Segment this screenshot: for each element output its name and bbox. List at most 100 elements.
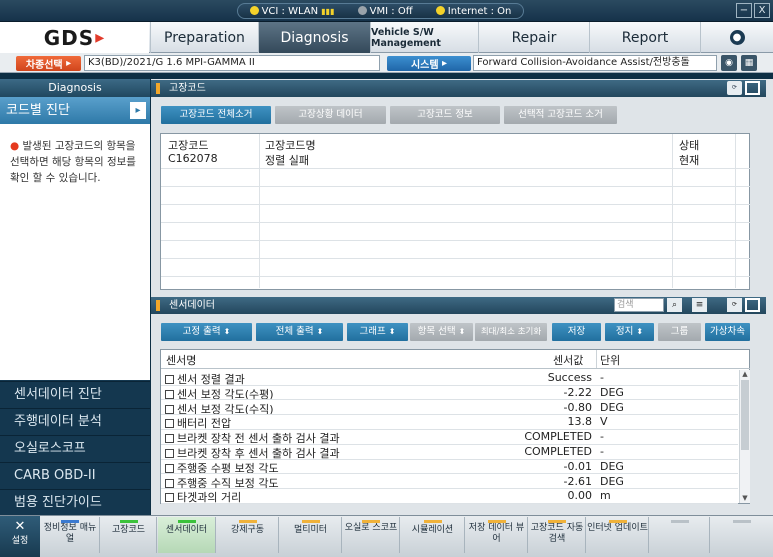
- row-line: [161, 240, 750, 241]
- indicator: [61, 520, 79, 523]
- scroll-up-icon[interactable]: ▲: [740, 370, 750, 378]
- bottom-auto-dtc[interactable]: 고장코드 자동검색: [529, 517, 586, 553]
- bottom-internet-update[interactable]: 인터넷 업데이트: [587, 517, 649, 553]
- sensor-value: 0.00: [567, 489, 593, 503]
- sensor-unit: -: [600, 445, 604, 458]
- selective-clear-button[interactable]: 선택적 고장코드 소거: [504, 106, 617, 124]
- retry-icon[interactable]: ⟳: [727, 298, 742, 312]
- bottom-oscilloscope[interactable]: 오실로 스코프: [343, 517, 400, 553]
- table-row[interactable]: 센서 정렬 결과 Success -: [162, 371, 736, 386]
- sidebar-item-dtc[interactable]: 코드별 진단 ▸: [0, 97, 150, 124]
- checkbox-icon[interactable]: [165, 375, 174, 384]
- row-line: [161, 168, 750, 169]
- table-row[interactable]: 주행중 수평 보정 각도 -0.01 DEG: [162, 459, 736, 475]
- checkbox-icon[interactable]: [165, 449, 174, 458]
- layout-button[interactable]: ▦: [741, 55, 757, 71]
- bottom-multimeter[interactable]: 멀티미터: [280, 517, 342, 553]
- indicator: [119, 520, 138, 523]
- checkbox-icon[interactable]: [165, 419, 174, 429]
- checkbox-icon[interactable]: [165, 404, 174, 414]
- bottom-simulation[interactable]: 시뮬레이션: [401, 517, 465, 553]
- freeze-frame-button[interactable]: 고장상황 데이터: [275, 106, 386, 124]
- checkbox-icon[interactable]: [165, 434, 174, 444]
- row-line: [161, 502, 738, 504]
- virtual-speed-button[interactable]: 가상차속: [705, 323, 750, 341]
- sidebar-header: Diagnosis: [0, 79, 150, 97]
- table-row[interactable]: C162078 정렬 실패 현재: [161, 150, 749, 168]
- table-row[interactable]: 주행중 수직 보정 각도 -2.61 DEG: [162, 474, 736, 490]
- clear-all-dtc-button[interactable]: 고장코드 전체소거: [161, 106, 271, 124]
- maximize-icon[interactable]: [745, 81, 760, 95]
- table-row[interactable]: 브라켓 장착 전 센서 출하 검사 결과 COMPLETED -: [162, 430, 736, 445]
- menu-repair[interactable]: Repair: [478, 22, 589, 53]
- menu-diagnosis[interactable]: Diagnosis: [258, 22, 370, 53]
- minmax-reset-button[interactable]: 최대/최소 초기화: [475, 323, 547, 341]
- indicator: [238, 520, 257, 523]
- sidebar-item-carb-obd[interactable]: CARB OBD-II: [0, 462, 150, 488]
- camera-button[interactable]: ◉: [721, 55, 737, 71]
- table-row[interactable]: 타겟과의 거리 0.00 m: [162, 489, 736, 504]
- scrollbar[interactable]: ▲ ▼: [739, 370, 750, 503]
- updown-icon: ⬍: [316, 327, 324, 336]
- indicator: [670, 520, 689, 523]
- bottom-sensor-data[interactable]: 센서데이터: [158, 517, 216, 553]
- vehicle-select-button[interactable]: 차종선택 ▸: [16, 56, 81, 71]
- menu-vehicle-sw[interactable]: Vehicle S/W Management: [370, 22, 478, 53]
- help-text: ● 발생된 고장코드의 항목을 선택하면 해당 항목의 정보를 확인 할 수 있…: [0, 124, 150, 380]
- fixed-output-button[interactable]: 고정 출력 ⬍: [161, 323, 252, 341]
- vmi-dot-icon: [357, 5, 367, 15]
- row-line: [161, 186, 750, 187]
- bottom-data-viewer[interactable]: 저장 데이터 뷰어: [466, 517, 528, 553]
- vci-status: VCI : WLAN ▮▮▮: [249, 5, 335, 17]
- search-icon[interactable]: ⌕: [667, 298, 682, 312]
- close-button[interactable]: X: [754, 3, 770, 18]
- sidebar-item-oscilloscope[interactable]: 오실로스코프: [0, 435, 150, 461]
- indicator: [487, 520, 506, 523]
- checkbox-icon[interactable]: [165, 463, 174, 473]
- menu-preparation[interactable]: Preparation: [150, 22, 258, 53]
- scroll-thumb[interactable]: [741, 380, 749, 450]
- table-row[interactable]: 센서 보정 각도(수직) -0.80 DEG: [162, 401, 736, 416]
- checkbox-icon[interactable]: [165, 493, 174, 503]
- bottom-manual[interactable]: 정비정보 매뉴얼: [41, 517, 100, 553]
- settings-button[interactable]: ✕ 설정: [0, 516, 40, 557]
- graph-button[interactable]: 그래프 ⬍: [347, 323, 408, 341]
- all-output-button[interactable]: 전체 출력 ⬍: [256, 323, 343, 341]
- sensor-unit: V: [600, 415, 608, 429]
- sidebar-item-sensor-diagnosis[interactable]: 센서데이터 진단: [0, 381, 150, 407]
- info-icon: ●: [10, 140, 20, 152]
- sensor-search-input[interactable]: 검색: [614, 298, 664, 312]
- sensor-value: -0.01: [563, 459, 592, 473]
- sidebar-item-driving-data[interactable]: 주행데이터 분석: [0, 408, 150, 434]
- sensor-value: -2.61: [563, 474, 592, 488]
- maximize-icon[interactable]: [745, 298, 760, 312]
- save-button[interactable]: 저장: [552, 323, 601, 341]
- checkbox-icon[interactable]: [165, 389, 174, 399]
- indicator: [177, 520, 196, 523]
- checkbox-icon[interactable]: [165, 478, 174, 488]
- table-row[interactable]: 브라켓 장착 후 센서 출하 검사 결과 COMPLETED -: [162, 445, 736, 460]
- dtc-name: 정렬 실패: [265, 154, 309, 167]
- stop-button[interactable]: 정지 ⬍: [605, 323, 654, 341]
- table-row[interactable]: 배터리 전압 13.8 V: [162, 415, 736, 430]
- row-line: [161, 276, 750, 277]
- search-button[interactable]: ●: [700, 22, 773, 53]
- sidebar-item-general-guide[interactable]: 범용 진단가이드: [0, 489, 150, 515]
- table-row[interactable]: 센서 보정 각도(수평) -2.22 DEG: [162, 386, 736, 401]
- minimize-button[interactable]: −: [736, 3, 752, 18]
- chevron-right-icon: ▸: [130, 102, 146, 119]
- bottom-actuation[interactable]: 강제구동: [217, 517, 279, 553]
- list-icon[interactable]: ≡: [692, 298, 707, 312]
- item-select-button[interactable]: 항목 선택 ⬍: [410, 323, 473, 341]
- sensor-value: 13.8: [567, 415, 593, 429]
- group-button[interactable]: 그룹: [658, 323, 701, 341]
- retry-icon[interactable]: ⟳: [727, 81, 742, 95]
- sensor-marker: [156, 300, 160, 311]
- dtc-info-button[interactable]: 고장코드 정보: [390, 106, 500, 124]
- bottom-empty-slot: [650, 517, 710, 553]
- system-select-button[interactable]: 시스템 ▸: [387, 56, 471, 71]
- scroll-down-icon[interactable]: ▼: [740, 494, 750, 502]
- bottom-dtc[interactable]: 고장코드: [101, 517, 157, 553]
- menu-report[interactable]: Report: [589, 22, 700, 53]
- sensor-unit: m: [600, 489, 611, 503]
